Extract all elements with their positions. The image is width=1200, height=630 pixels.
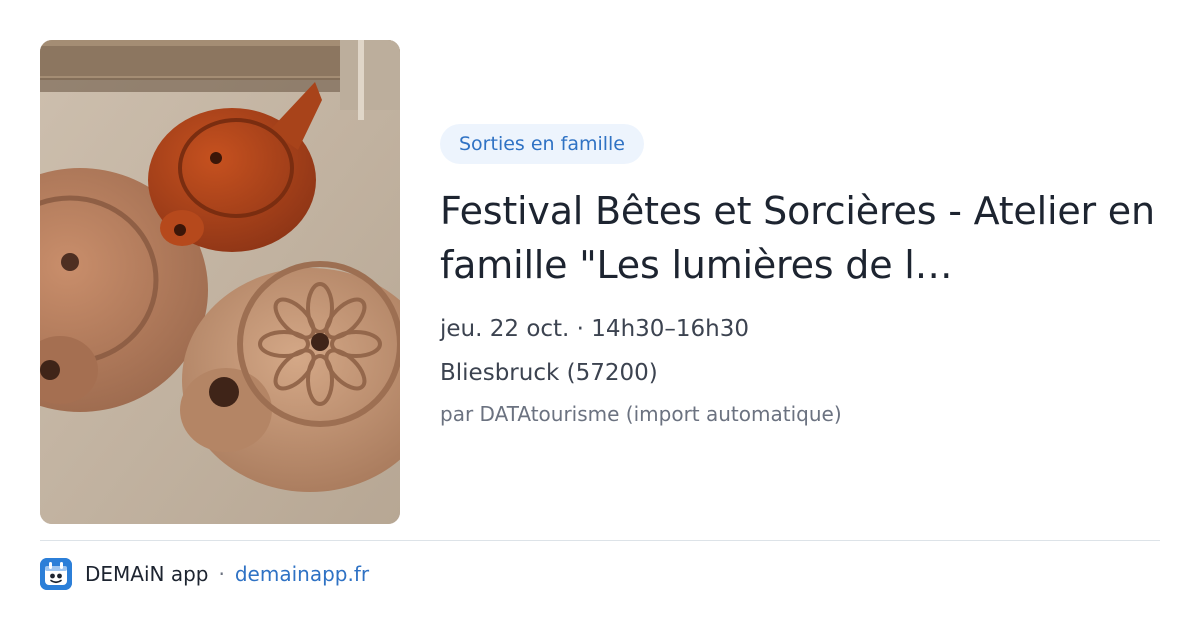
event-location: Bliesbruck (57200) bbox=[440, 360, 658, 386]
event-image[interactable] bbox=[40, 40, 400, 524]
category-badge[interactable]: Sorties en famille bbox=[440, 124, 644, 164]
demain-app-logo-icon bbox=[40, 558, 72, 590]
event-details: Sorties en famille Festival Bêtes et Sor… bbox=[440, 124, 1160, 428]
event-date-time: jeu. 22 oct. · 14h30–16h30 bbox=[440, 316, 750, 342]
event-source: par DATAtourisme (import automatique) bbox=[440, 402, 842, 426]
site-footer: DEMAiN app · demainapp.fr bbox=[40, 558, 369, 590]
footer-divider bbox=[40, 540, 1160, 541]
event-card[interactable]: Sorties en famille Festival Bêtes et Sor… bbox=[0, 0, 1200, 630]
app-name: DEMAiN app bbox=[85, 562, 209, 586]
event-title[interactable]: Festival Bêtes et Sorcières - Atelier en… bbox=[440, 184, 1155, 292]
app-website-link[interactable]: demainapp.fr bbox=[235, 562, 369, 586]
footer-separator: · bbox=[218, 562, 225, 586]
clay-oil-lamps-photo bbox=[40, 40, 400, 524]
